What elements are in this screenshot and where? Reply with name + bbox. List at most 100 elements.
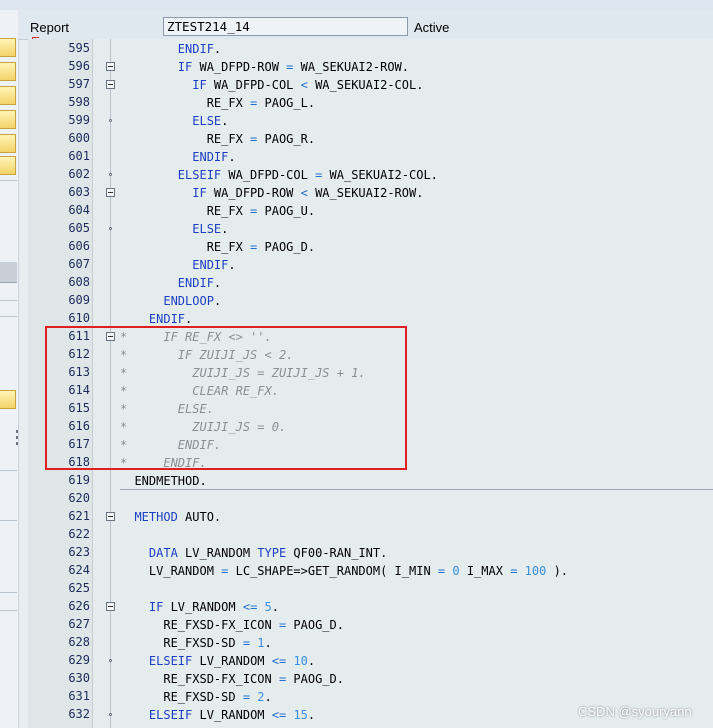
nav-button-5[interactable] xyxy=(0,134,16,153)
nav-button-4[interactable] xyxy=(0,110,16,129)
code-token: 100 xyxy=(524,564,547,578)
object-type-label: Report xyxy=(30,20,70,35)
code-token: . xyxy=(221,222,229,236)
code-line[interactable]: 629 ELSEIF LV_RANDOM <= 10. xyxy=(28,652,713,670)
code-line[interactable]: 620 xyxy=(28,490,713,508)
line-number: 620 xyxy=(68,491,90,505)
collapse-block-icon[interactable] xyxy=(106,80,115,89)
line-number: 606 xyxy=(68,239,90,253)
code-text: IF WA_DFPD-COL < WA_SEKUAI2-COL. xyxy=(120,76,423,94)
line-number: 604 xyxy=(68,203,90,217)
line-number: 629 xyxy=(68,653,90,667)
code-line[interactable]: 601 ENDIF. xyxy=(28,148,713,166)
code-token: <= xyxy=(271,654,287,668)
code-line[interactable]: 605 ELSE. xyxy=(28,220,713,238)
code-line[interactable]: 600 RE_FX = PAOG_R. xyxy=(28,130,713,148)
code-line[interactable]: 623 DATA LV_RANDOM TYPE QF00-RAN_INT. xyxy=(28,544,713,562)
nav-button-1[interactable] xyxy=(0,38,16,57)
code-token: LV_RANDOM xyxy=(192,708,272,722)
code-token: I_MAX xyxy=(459,564,511,578)
code-line[interactable]: 622 xyxy=(28,526,713,544)
branch-marker-icon xyxy=(109,173,112,176)
watermark: CSDN @syouryann xyxy=(578,704,692,719)
code-text: IF WA_DFPD-ROW = WA_SEKUAI2-ROW. xyxy=(120,58,409,76)
code-line[interactable]: 599 ELSE. xyxy=(28,112,713,130)
code-line[interactable]: 595 ENDIF. xyxy=(28,40,713,58)
code-token: ENDMETHOD. xyxy=(120,474,207,488)
code-text: ENDIF. xyxy=(120,256,235,274)
nav-button-7[interactable] xyxy=(0,390,16,409)
code-line[interactable]: 626 IF LV_RANDOM <= 5. xyxy=(28,598,713,616)
code-token: IF xyxy=(177,60,193,74)
code-line[interactable]: 627 RE_FXSD-FX_ICON = PAOG_D. xyxy=(28,616,713,634)
code-token: RE_FXSD-SD xyxy=(120,636,243,650)
code-line[interactable]: 608 ENDIF. xyxy=(28,274,713,292)
strip-tick xyxy=(16,430,18,433)
line-number: 602 xyxy=(68,167,90,181)
collapse-block-icon[interactable] xyxy=(106,512,115,521)
code-token: WA_SEKUAI2-ROW. xyxy=(307,186,424,200)
program-name-field[interactable]: ZTEST214_14 xyxy=(163,17,408,36)
program-status: Active xyxy=(414,20,450,35)
nav-button-6[interactable] xyxy=(0,156,16,175)
strip-divider xyxy=(0,592,17,593)
code-line[interactable]: 604 RE_FX = PAOG_U. xyxy=(28,202,713,220)
line-number: 627 xyxy=(68,617,90,631)
code-text: DATA LV_RANDOM TYPE QF00-RAN_INT. xyxy=(120,544,387,562)
code-token: DATA xyxy=(148,546,178,560)
code-token: ENDIF xyxy=(192,150,229,164)
code-token: PAOG_D. xyxy=(257,240,316,254)
code-line[interactable]: 596 IF WA_DFPD-ROW = WA_SEKUAI2-ROW. xyxy=(28,58,713,76)
code-token: PAOG_D. xyxy=(286,618,344,632)
code-token: 5 xyxy=(264,600,272,614)
strip-divider xyxy=(0,180,17,181)
code-line[interactable]: 621 METHOD AUTO. xyxy=(28,508,713,526)
collapse-block-icon[interactable] xyxy=(106,602,115,611)
code-text: IF WA_DFPD-ROW < WA_SEKUAI2-ROW. xyxy=(120,184,423,202)
code-token: WA_SEKUAI2-COL. xyxy=(307,78,424,92)
code-line[interactable]: 609 ENDLOOP. xyxy=(28,292,713,310)
code-token: LV_RANDOM xyxy=(192,654,272,668)
code-token: RE_FX xyxy=(120,96,251,110)
code-token: IF xyxy=(148,600,164,614)
code-text: ENDMETHOD. xyxy=(120,472,207,490)
code-line[interactable]: 607 ENDIF. xyxy=(28,256,713,274)
code-line[interactable]: 602 ELSEIF WA_DFPD-COL = WA_SEKUAI2-COL. xyxy=(28,166,713,184)
code-line[interactable]: 624 LV_RANDOM = LC_SHAPE=>GET_RANDOM( I_… xyxy=(28,562,713,580)
code-text: ELSE. xyxy=(120,220,228,238)
code-line[interactable]: 606 RE_FX = PAOG_D. xyxy=(28,238,713,256)
code-token: 0 xyxy=(452,564,460,578)
branch-marker-icon xyxy=(109,227,112,230)
nav-collapse-button[interactable] xyxy=(0,262,17,283)
code-line[interactable]: 598 RE_FX = PAOG_L. xyxy=(28,94,713,112)
line-number: 621 xyxy=(68,509,90,523)
code-token: ENDIF xyxy=(148,312,186,326)
code-text: ENDIF. xyxy=(120,274,221,292)
code-line[interactable]: 619 ENDMETHOD. xyxy=(28,472,713,490)
code-token: RE_FXSD-FX_ICON xyxy=(120,672,279,686)
code-text: RE_FXSD-FX_ICON = PAOG_D. xyxy=(120,670,344,688)
code-token: ELSE xyxy=(192,222,222,236)
code-line[interactable]: 603 IF WA_DFPD-ROW < WA_SEKUAI2-ROW. xyxy=(28,184,713,202)
code-line[interactable]: 597 IF WA_DFPD-COL < WA_SEKUAI2-COL. xyxy=(28,76,713,94)
code-line[interactable]: 628 RE_FXSD-SD = 1. xyxy=(28,634,713,652)
code-token: WA_DFPD-ROW xyxy=(192,60,287,74)
collapse-block-icon[interactable] xyxy=(106,62,115,71)
strip-tick xyxy=(16,436,18,439)
code-token: 10 xyxy=(293,654,308,668)
nav-button-3[interactable] xyxy=(0,86,16,105)
code-line[interactable]: 625 xyxy=(28,580,713,598)
collapse-block-icon[interactable] xyxy=(106,188,115,197)
code-line[interactable]: 630 RE_FXSD-FX_ICON = PAOG_D. xyxy=(28,670,713,688)
line-number: 609 xyxy=(68,293,90,307)
nav-button-2[interactable] xyxy=(0,62,16,81)
line-number: 605 xyxy=(68,221,90,235)
code-token: ENDIF xyxy=(177,42,214,56)
code-token: ENDLOOP xyxy=(163,294,214,308)
code-token: = xyxy=(242,690,251,704)
